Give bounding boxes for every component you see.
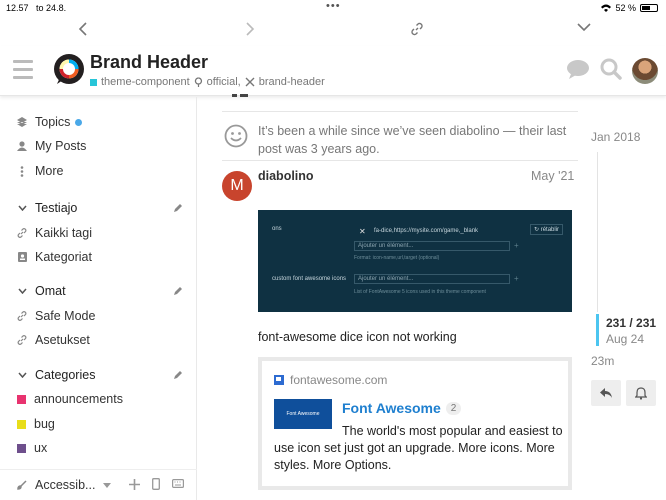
pencil-icon[interactable] [173, 370, 183, 380]
chevron-down-icon [17, 205, 27, 211]
category-color-badge [17, 443, 26, 453]
sidebar-section-omat[interactable]: Omat [17, 284, 66, 298]
sidebar-item-kaikki-tagi[interactable]: Kaikki tagi [17, 226, 92, 240]
screenshot-label: ons [272, 226, 282, 232]
chevron-down-icon[interactable] [577, 22, 591, 32]
wifi-icon [601, 4, 612, 12]
timeline-position: 231 / 231 [606, 316, 657, 330]
keyboard-icon[interactable] [172, 479, 184, 488]
fontawesome-flag-icon [274, 375, 284, 385]
topic-tags: theme-component official, brand-header [90, 76, 325, 88]
site-header: Brand Header theme-component official, b… [0, 46, 666, 96]
post-date[interactable]: May '21 [531, 169, 574, 183]
notification-level-button[interactable] [626, 380, 656, 406]
status-bar: 12.57 to 24.8. ••• 52 % [0, 0, 666, 16]
smile-icon [224, 124, 248, 148]
reply-button[interactable] [591, 380, 621, 406]
browser-toolbar [0, 20, 666, 46]
post-divider [222, 160, 578, 161]
battery-percent: 52 % [615, 3, 636, 13]
tag-icon [194, 77, 202, 87]
timeline-track[interactable] [597, 152, 598, 312]
screenshot-hint: Format: icon-name,url,target (optional) [354, 255, 440, 261]
sidebar-item-more[interactable]: More [17, 164, 63, 178]
screenshot-input: Ajouter un élément... [354, 274, 510, 284]
category-color-badge [17, 394, 26, 404]
post-screenshot-image[interactable]: ons ✕ fa-dice,https://mysite.com/game,_b… [258, 210, 572, 312]
sidebar-section-categories[interactable]: Categories [17, 368, 95, 382]
screenshot-label: custom font awesome icons [272, 276, 347, 282]
link-preview-onebox[interactable]: fontawesome.com Font Awesome Font Awesom… [258, 357, 572, 490]
post-author-avatar[interactable]: M [222, 171, 252, 201]
user-icon [17, 141, 27, 151]
status-time: 12.57 to 24.8. [6, 3, 67, 13]
screenshot-reset: ↻ rétablir [530, 224, 564, 235]
category-color-badge [90, 78, 97, 86]
category-color-badge [17, 419, 26, 429]
post-divider [222, 111, 578, 112]
sidebar-item-bug[interactable]: bug [17, 417, 55, 431]
screenshot-input: Ajouter un élément... [354, 241, 510, 251]
link-icon [17, 311, 27, 321]
user-avatar[interactable] [632, 58, 658, 84]
sidebar: Topics My Posts More Testiajo Kaikki tag… [0, 97, 197, 500]
sidebar-item-asetukset[interactable]: Asetukset [17, 333, 90, 347]
post-author-name[interactable]: diabolino [258, 169, 314, 183]
unread-dot [75, 118, 83, 126]
timeline-scroller-handle[interactable] [596, 314, 599, 346]
plus-icon[interactable] [129, 479, 140, 490]
reply-icon [600, 388, 612, 398]
pencil-icon[interactable] [173, 203, 183, 213]
timeline-position-date: Aug 24 [606, 332, 645, 346]
chevron-down-icon [17, 288, 27, 294]
sidebar-item-ux[interactable]: ux [17, 441, 47, 455]
sidebar-item-kategoriat[interactable]: Kategoriat [17, 250, 92, 264]
sidebar-item-topics[interactable]: Topics [17, 115, 83, 129]
click-count-badge: 2 [445, 401, 462, 415]
forward-icon[interactable] [245, 22, 255, 36]
multitask-dots-icon[interactable]: ••• [326, 0, 341, 12]
link-icon [17, 228, 27, 238]
brush-icon [17, 480, 27, 490]
sidebar-footer: Accessib... [0, 469, 197, 500]
link-icon[interactable] [410, 22, 424, 36]
previous-post-edge [232, 94, 250, 98]
screenshot-field-value: fa-dice,https://mysite.com/game,_blank [374, 228, 479, 234]
screenshot-hint: List of FontAwesome 5 icons used in this… [354, 289, 486, 295]
inactive-user-notice: It’s been a while since we’ve seen diabo… [258, 124, 567, 156]
post-body-text: font-awesome dice icon not working [258, 330, 457, 344]
bell-icon [635, 386, 647, 400]
hamburger-menu-icon[interactable] [13, 60, 33, 84]
back-icon[interactable] [78, 22, 88, 36]
battery-icon [640, 4, 658, 12]
chat-icon[interactable] [566, 58, 590, 80]
onebox-description: The world's most popular and easiest to … [274, 424, 563, 472]
timeline-last-activity[interactable]: 23m [591, 354, 614, 368]
sidebar-footer-dropdown[interactable]: Accessib... [17, 478, 112, 492]
topic-title[interactable]: Brand Header [90, 52, 208, 73]
sidebar-item-announcements[interactable]: announcements [17, 392, 123, 406]
onebox-source[interactable]: fontawesome.com [274, 373, 387, 387]
vertical-dots-icon [17, 165, 27, 177]
timeline-start-date[interactable]: Jan 2018 [591, 130, 640, 144]
tag-official[interactable]: official, [207, 76, 241, 88]
caret-down-icon [103, 482, 112, 488]
tools-icon [245, 77, 255, 87]
contact-card-icon [17, 252, 27, 262]
search-icon[interactable] [600, 58, 622, 80]
sidebar-section-testiajo[interactable]: Testiajo [17, 201, 77, 215]
close-icon: ✕ [359, 227, 366, 236]
chevron-down-icon [17, 372, 27, 378]
mobile-icon[interactable] [152, 478, 160, 490]
pencil-icon[interactable] [173, 286, 183, 296]
sidebar-item-safe-mode[interactable]: Safe Mode [17, 309, 95, 323]
tag-brand-header[interactable]: brand-header [259, 76, 325, 88]
onebox-title[interactable]: Font Awesome 2 [342, 400, 462, 416]
brand-logo[interactable] [52, 53, 86, 87]
link-icon [17, 335, 27, 345]
layers-icon [17, 117, 27, 127]
category-link[interactable]: theme-component [101, 76, 190, 88]
sidebar-item-my-posts[interactable]: My Posts [17, 139, 86, 153]
